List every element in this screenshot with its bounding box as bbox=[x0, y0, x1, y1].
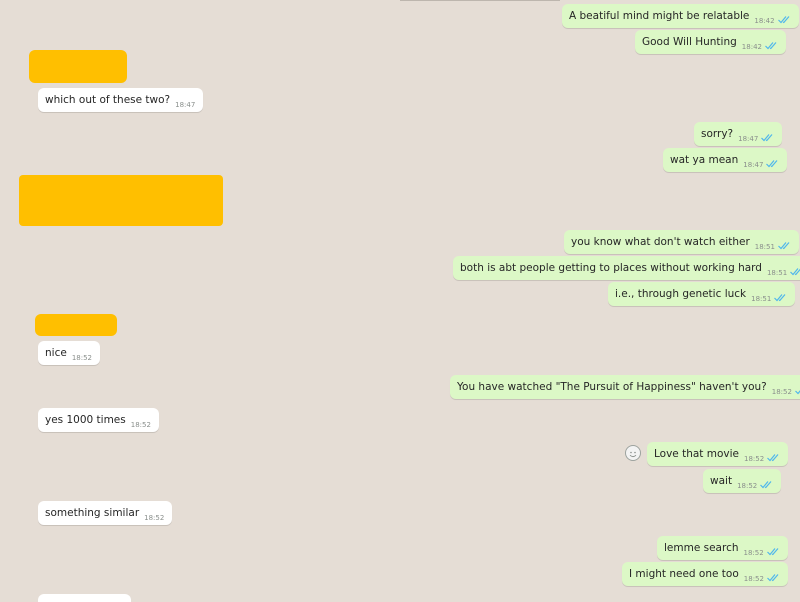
message-bubble-outgoing[interactable]: Good Will Hunting 18:42 bbox=[635, 30, 786, 54]
message-text: lemme search bbox=[664, 542, 739, 554]
message-bubble-outgoing[interactable]: wait 18:52 bbox=[703, 469, 782, 493]
message-text: Love that movie bbox=[654, 448, 740, 460]
redacted-sender-name bbox=[29, 50, 127, 83]
message-time: 18:52 bbox=[771, 388, 792, 396]
message-time: 18:52 bbox=[130, 421, 151, 429]
message-time: 18:52 bbox=[71, 354, 92, 362]
message-bubble-outgoing[interactable]: i.e., through genetic luck 18:51 bbox=[608, 282, 796, 306]
message-bubble-outgoing[interactable]: you know what don't watch either 18:51 bbox=[564, 230, 799, 254]
message-time: 18:52 bbox=[743, 575, 764, 583]
message-text: A beatiful mind might be relatable bbox=[569, 10, 750, 22]
message-text: nice bbox=[45, 347, 67, 359]
double-check-icon bbox=[766, 159, 779, 168]
message-bubble-outgoing[interactable]: sorry? 18:47 bbox=[694, 122, 783, 146]
message-text: yes 1000 times bbox=[45, 414, 126, 426]
message-text: i.e., through genetic luck bbox=[615, 288, 747, 300]
message-time: 18:47 bbox=[175, 101, 196, 109]
message-bubble-incoming-partial[interactable] bbox=[38, 594, 131, 602]
message-time: 18:52 bbox=[744, 455, 765, 463]
message-time: 18:52 bbox=[743, 549, 764, 557]
message-time: 18:42 bbox=[741, 43, 762, 51]
message-text: I might need one too bbox=[629, 568, 739, 580]
message-time: 18:51 bbox=[751, 295, 772, 303]
double-check-icon bbox=[777, 15, 791, 24]
message-bubble-outgoing[interactable]: lemme search 18:52 bbox=[657, 536, 788, 560]
message-bubble-incoming[interactable]: yes 1000 times 18:52 bbox=[38, 408, 159, 432]
message-text: you know what don't watch either bbox=[571, 236, 750, 248]
message-text: wat ya mean bbox=[670, 154, 739, 166]
message-text: sorry? bbox=[701, 128, 734, 140]
double-check-icon bbox=[767, 573, 780, 582]
message-time: 18:47 bbox=[738, 135, 759, 143]
message-text: both is abt people getting to places wit… bbox=[460, 262, 762, 274]
message-time: 18:52 bbox=[144, 514, 165, 522]
message-bubble-incoming[interactable]: which out of these two? 18:47 bbox=[38, 88, 204, 112]
redacted-message bbox=[19, 175, 223, 226]
double-check-icon bbox=[790, 267, 800, 276]
chat-panel: A beatiful mind might be relatable 18:42 … bbox=[0, 0, 800, 602]
double-check-icon bbox=[778, 241, 791, 250]
message-bubble-outgoing[interactable]: Love that movie 18:52 bbox=[647, 442, 789, 466]
double-check-icon bbox=[760, 480, 773, 489]
message-text: wait bbox=[710, 475, 733, 487]
message-text: You have watched "The Pursuit of Happine… bbox=[457, 381, 767, 393]
double-check-icon bbox=[774, 293, 787, 302]
double-check-icon bbox=[767, 453, 780, 462]
message-time: 18:52 bbox=[737, 482, 758, 490]
message-time: 18:47 bbox=[743, 161, 764, 169]
message-text: Good Will Hunting bbox=[642, 36, 737, 48]
double-check-icon bbox=[766, 547, 780, 556]
message-bubble-outgoing[interactable]: I might need one too 18:52 bbox=[622, 562, 788, 586]
message-bubble-outgoing[interactable]: both is abt people getting to places wit… bbox=[453, 256, 800, 280]
double-check-icon bbox=[765, 41, 778, 50]
message-bubble-outgoing[interactable]: wat ya mean 18:47 bbox=[663, 148, 788, 172]
message-time: 18:51 bbox=[766, 269, 788, 277]
message-bubble-incoming[interactable]: something similar 18:52 bbox=[38, 501, 173, 525]
divider bbox=[400, 0, 560, 1]
message-bubble-incoming[interactable]: nice 18:52 bbox=[38, 341, 100, 365]
message-time: 18:42 bbox=[754, 17, 775, 25]
message-bubble-outgoing[interactable]: A beatiful mind might be relatable 18:42 bbox=[562, 4, 799, 28]
smiley-icon[interactable] bbox=[625, 445, 641, 461]
message-bubble-outgoing[interactable]: You have watched "The Pursuit of Happine… bbox=[450, 375, 800, 399]
double-check-icon bbox=[795, 386, 800, 395]
message-text: something similar bbox=[45, 507, 140, 519]
double-check-icon bbox=[761, 133, 774, 142]
message-time: 18:51 bbox=[754, 243, 775, 251]
message-text: which out of these two? bbox=[45, 94, 171, 106]
redacted-sender-name bbox=[35, 314, 117, 336]
